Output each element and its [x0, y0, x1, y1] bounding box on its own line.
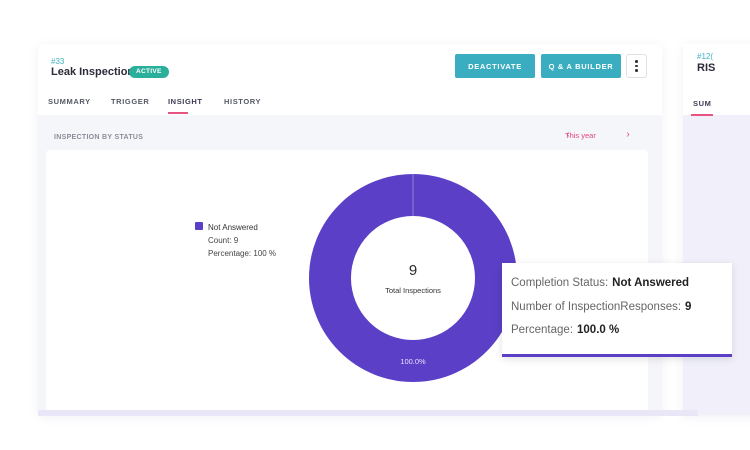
chart-tooltip: Completion Status: Not Answered Number of…: [502, 263, 732, 357]
tooltip-status-value: Not Answered: [612, 277, 690, 289]
tooltip-responses-value: 9: [685, 301, 692, 313]
tooltip-percentage-label: Percentage:: [511, 324, 574, 336]
card-bottom-shadow: [38, 410, 698, 416]
tooltip-responses-label: Number of InspectionResponses:: [511, 301, 682, 313]
donut-chart: [309, 174, 517, 382]
tooltip-responses-row: Number of InspectionResponses: 9: [511, 301, 691, 313]
app-stage: #12( RIS SUM #33 Leak Inspection ACTIVE …: [0, 0, 750, 450]
tooltip-percentage-value: 100.0 %: [577, 324, 620, 336]
donut-center-label: Total Inspections: [385, 286, 441, 295]
donut-center-value: 9: [408, 262, 418, 279]
tooltip-status-label: Completion Status:: [511, 277, 609, 289]
tooltip-status-row: Completion Status: Not Answered: [511, 277, 689, 289]
tooltip-percentage-row: Percentage: 100.0 %: [511, 324, 619, 336]
donut-slice-label: 100.0%: [400, 357, 426, 366]
